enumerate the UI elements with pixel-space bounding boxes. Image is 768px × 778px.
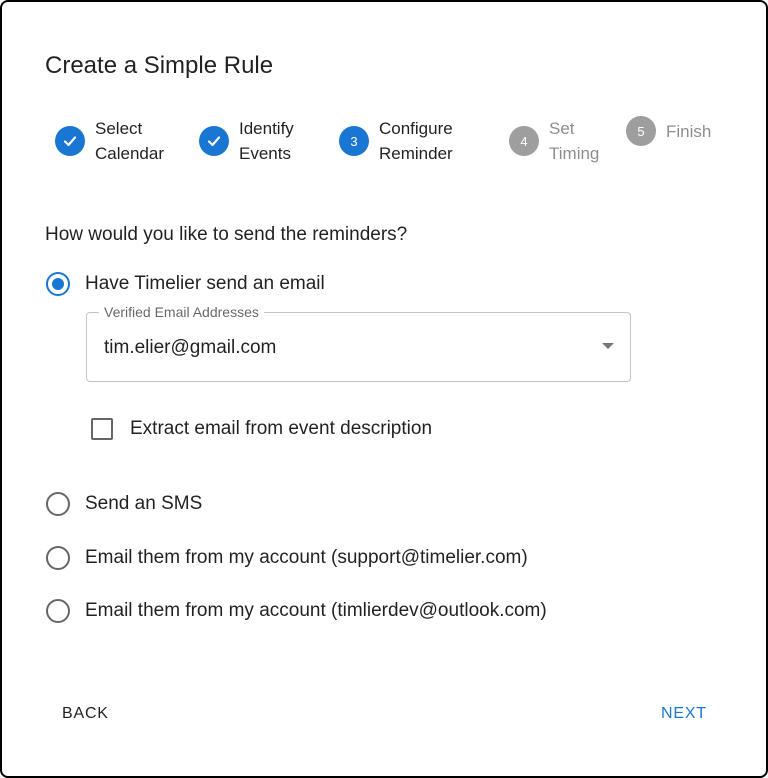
select-value: tim.elier@gmail.com (104, 337, 277, 358)
step-number: 3 (339, 126, 369, 156)
checkbox-unchecked-icon[interactable] (91, 418, 113, 440)
radio-checked-icon[interactable] (45, 271, 71, 297)
radio-send-sms[interactable]: Send an SMS (45, 491, 202, 517)
radio-unchecked-icon[interactable] (45, 491, 71, 517)
step-label: Select Calendar (95, 119, 164, 163)
radio-unchecked-icon[interactable] (45, 545, 71, 571)
step-set-timing[interactable]: 4 Set Timing (509, 116, 599, 166)
verified-email-select[interactable]: Verified Email Addresses tim.elier@gmail… (86, 303, 631, 382)
radio-email-support-account[interactable]: Email them from my account (support@time… (45, 545, 528, 571)
check-icon (199, 126, 229, 156)
step-finish[interactable]: 5 Finish (626, 116, 711, 146)
reminder-method-question: How would you like to send the reminders… (45, 224, 408, 245)
step-number: 4 (509, 126, 539, 156)
radio-label: Send an SMS (85, 493, 203, 514)
extract-email-checkbox-row[interactable]: Extract email from event description (91, 416, 432, 442)
checkbox-label: Extract email from event description (130, 418, 433, 439)
radio-label: Email them from my account (support@time… (85, 547, 528, 568)
radio-unchecked-icon[interactable] (45, 598, 71, 624)
radio-label: Email them from my account (timlierdev@o… (85, 600, 547, 621)
step-label: Configure Reminder (379, 119, 453, 163)
caret-down-icon (602, 343, 614, 349)
step-select-calendar[interactable]: Select Calendar (55, 116, 164, 166)
radio-label: Have Timelier send an email (85, 273, 325, 294)
back-button[interactable]: BACK (46, 696, 125, 732)
step-configure-reminder[interactable]: 3 Configure Reminder (339, 116, 453, 166)
radio-timelier-email[interactable]: Have Timelier send an email (45, 271, 325, 297)
step-label: Set Timing (549, 119, 600, 163)
next-button[interactable]: NEXT (645, 696, 723, 732)
create-rule-dialog: Create a Simple Rule Select Calendar Ide… (0, 0, 768, 778)
step-identify-events[interactable]: Identify Events (199, 116, 294, 166)
step-label: Identify Events (239, 119, 294, 163)
radio-email-outlook-account[interactable]: Email them from my account (timlierdev@o… (45, 598, 547, 624)
step-label: Finish (666, 121, 712, 141)
select-label: Verified Email Addresses (99, 303, 264, 321)
dialog-title: Create a Simple Rule (45, 52, 274, 79)
check-icon (55, 126, 85, 156)
step-number: 5 (626, 116, 656, 146)
